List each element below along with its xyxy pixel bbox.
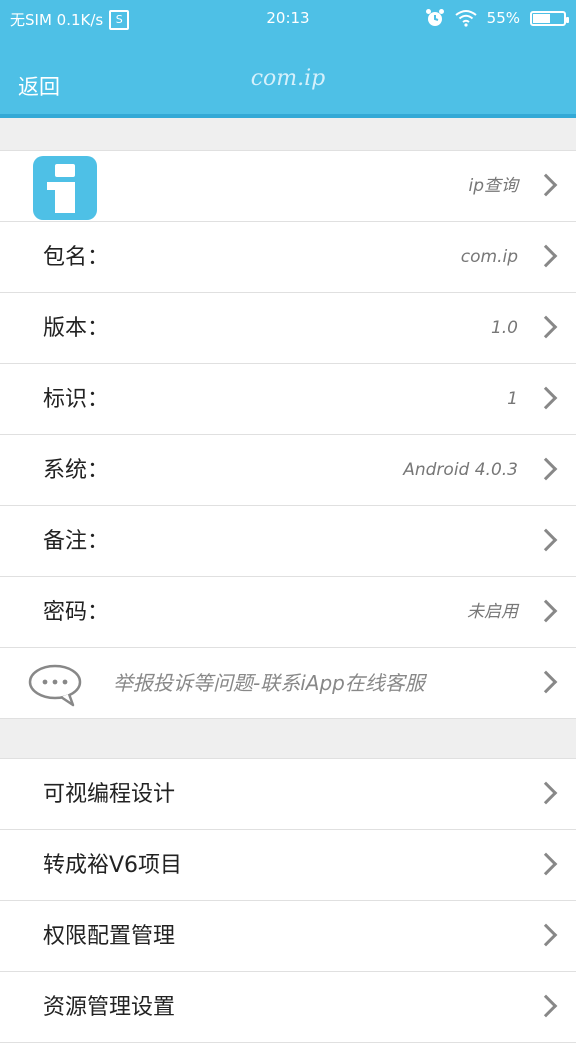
- row-value: 1.0: [490, 318, 518, 338]
- info-row-version[interactable]: 版本： 1.0: [0, 293, 576, 364]
- chevron-right-icon: [534, 173, 558, 197]
- page-title: com.ip: [250, 66, 326, 91]
- battery-icon: [530, 10, 569, 26]
- chevron-right-icon: [534, 528, 558, 552]
- chevron-right-icon: [534, 923, 558, 947]
- actions-group: 可视编程设计 转成裕V6项目 权限配置管理 资源管理设置: [0, 758, 576, 1043]
- app-row[interactable]: ip查询: [0, 151, 576, 222]
- chevron-right-icon: [534, 599, 558, 623]
- chevron-right-icon: [534, 670, 558, 694]
- battery-percent: 55%: [486, 9, 520, 27]
- report-link-text: 举报投诉等问题-联系iApp在线客服: [113, 671, 425, 695]
- action-resources[interactable]: 资源管理设置: [0, 972, 576, 1043]
- chevron-right-icon: [534, 781, 558, 805]
- info-row-system[interactable]: 系统： Android 4.0.3: [0, 435, 576, 506]
- chevron-right-icon: [534, 852, 558, 876]
- info-row-note[interactable]: 备注：: [0, 506, 576, 577]
- row-label: 密码：: [43, 600, 110, 625]
- row-value: 1: [507, 389, 518, 409]
- chevron-right-icon: [534, 244, 558, 268]
- row-label: 备注：: [43, 529, 110, 554]
- action-convert-v6[interactable]: 转成裕V6项目: [0, 830, 576, 901]
- app-info-icon: [33, 156, 97, 220]
- row-label: 资源管理设置: [43, 995, 176, 1020]
- nav-bar: 返回 com.ip: [0, 38, 576, 114]
- battery-fill: [533, 13, 550, 23]
- row-value: com.ip: [460, 247, 518, 267]
- row-label: 系统：: [43, 458, 110, 483]
- row-label: 权限配置管理: [43, 924, 176, 949]
- app-info-group: ip查询 包名： com.ip 版本： 1.0 标识： 1 系统： Androi…: [0, 150, 576, 719]
- row-label: 版本：: [43, 316, 110, 341]
- chat-bubble-icon: [28, 664, 82, 707]
- action-visual-programming[interactable]: 可视编程设计: [0, 759, 576, 830]
- info-row-identifier[interactable]: 标识： 1: [0, 364, 576, 435]
- chevron-right-icon: [534, 386, 558, 410]
- wifi-icon: [455, 10, 477, 27]
- info-row-package[interactable]: 包名： com.ip: [0, 222, 576, 293]
- chevron-right-icon: [534, 315, 558, 339]
- header-divider: [0, 114, 576, 118]
- alarm-icon: [425, 9, 444, 26]
- row-label: 包名：: [43, 245, 110, 270]
- chevron-right-icon: [534, 457, 558, 481]
- battery-cap: [566, 16, 569, 23]
- row-label: 可视编程设计: [43, 782, 176, 807]
- status-bar: 无SIM 0.1K/s S 20:13 55%: [0, 0, 576, 38]
- action-permissions[interactable]: 权限配置管理: [0, 901, 576, 972]
- row-label: 标识：: [43, 387, 110, 412]
- report-row[interactable]: 举报投诉等问题-联系iApp在线客服: [0, 648, 576, 719]
- row-value: Android 4.0.3: [403, 460, 518, 480]
- chevron-right-icon: [534, 994, 558, 1018]
- info-row-password[interactable]: 密码： 未启用: [0, 577, 576, 648]
- row-value: 未启用: [467, 602, 518, 622]
- row-label: 转成裕V6项目: [43, 853, 183, 878]
- app-name: ip查询: [468, 176, 518, 196]
